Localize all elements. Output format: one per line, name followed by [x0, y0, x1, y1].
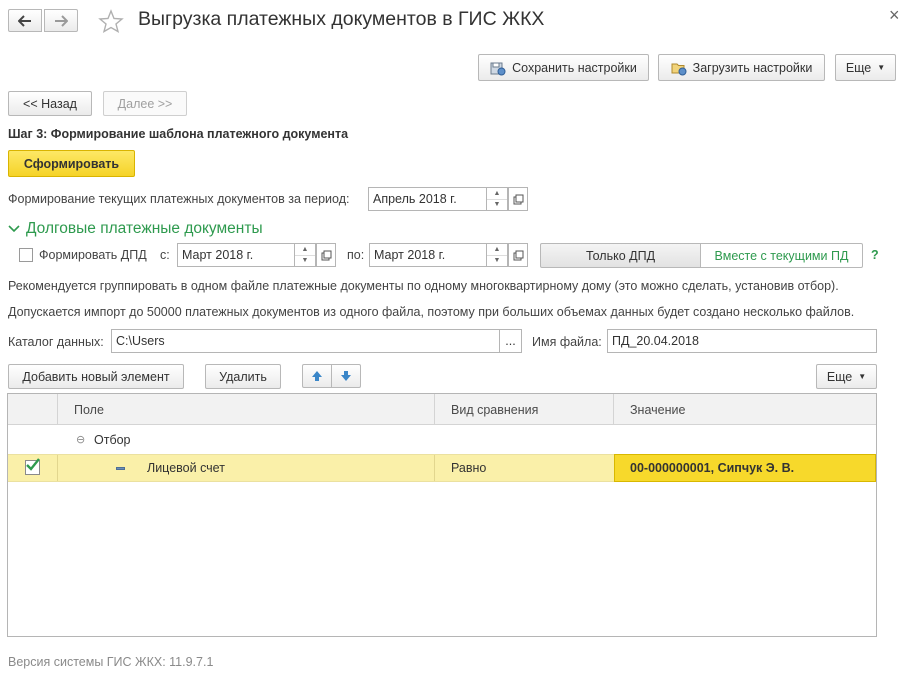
stepper-down-icon[interactable]: ▼	[487, 256, 507, 267]
stepper-up-icon[interactable]: ▲	[487, 244, 507, 256]
save-settings-label: Сохранить настройки	[512, 60, 637, 75]
load-settings-label: Загрузить настройки	[692, 60, 813, 75]
arrow-down-icon	[341, 371, 351, 381]
filter-more-button[interactable]: Еще ▼	[816, 364, 877, 389]
generate-button[interactable]: Сформировать	[8, 150, 135, 177]
help-icon[interactable]: ?	[871, 248, 879, 262]
version-label: Версия системы ГИС ЖКХ: 11.9.7.1	[8, 655, 214, 669]
load-settings-icon	[671, 63, 687, 75]
arrow-left-icon	[18, 14, 31, 27]
delete-button[interactable]: Удалить	[205, 364, 281, 389]
close-icon[interactable]: ×	[889, 5, 900, 26]
nav-forward-button[interactable]	[44, 9, 78, 32]
group-expander-icon[interactable]: ⊖	[76, 425, 85, 454]
debt-to-label: по:	[347, 248, 365, 262]
move-down-button[interactable]	[331, 364, 361, 388]
save-settings-button[interactable]: Сохранить настройки	[478, 54, 649, 81]
row-checkbox[interactable]	[25, 458, 40, 475]
debt-group-title: Долговые платежные документы	[26, 220, 263, 237]
row-field: Лицевой счет	[147, 461, 225, 475]
row-comparison[interactable]: Равно	[451, 455, 486, 481]
period-stepper[interactable]: ▲ ▼	[486, 187, 508, 211]
mode-only-dpd-button[interactable]: Только ДПД	[540, 243, 701, 268]
window-title: Выгрузка платежных документов в ГИС ЖКХ	[138, 8, 545, 30]
period-input[interactable]: Апрель 2018 г.	[368, 187, 487, 211]
row-value: 00-000000001, Сипчук Э. В.	[630, 461, 795, 475]
catalog-browse-button[interactable]: ...	[499, 329, 522, 353]
filter-more-label: Еще	[826, 369, 853, 384]
open-form-icon	[321, 250, 331, 260]
column-header-comparison[interactable]: Вид сравнения	[451, 394, 538, 425]
table-row[interactable]: Лицевой счет Равно 00-000000001, Сипчук …	[8, 454, 876, 482]
debt-checkbox[interactable]	[19, 248, 33, 262]
limit-note: Допускается импорт до 50000 платежных до…	[8, 305, 855, 319]
stepper-up-icon[interactable]: ▲	[487, 188, 507, 200]
filter-table-header	[8, 394, 876, 425]
checkmark-icon	[26, 458, 40, 471]
nav-back-button[interactable]	[8, 9, 42, 32]
debt-to-input[interactable]: Март 2018 г.	[369, 243, 487, 267]
column-header-value[interactable]: Значение	[630, 394, 685, 425]
stepper-down-icon[interactable]: ▼	[295, 256, 315, 267]
group-row[interactable]: ⊖ Отбор	[8, 425, 876, 454]
period-label: Формирование текущих платежных документо…	[8, 192, 350, 206]
filename-label: Имя файла:	[532, 335, 602, 349]
catalog-input[interactable]: C:\Users	[111, 329, 500, 353]
column-header-field[interactable]: Поле	[74, 394, 104, 425]
debt-from-label: с:	[160, 248, 170, 262]
recommend-note: Рекомендуется группировать в одном файле…	[8, 279, 839, 293]
favorite-star-icon[interactable]	[98, 9, 124, 33]
move-up-button[interactable]	[302, 364, 332, 388]
dropdown-arrow-icon: ▼	[877, 63, 886, 72]
open-form-icon	[513, 250, 523, 260]
open-form-icon	[513, 194, 523, 204]
field-type-icon	[116, 467, 125, 470]
back-button[interactable]: << Назад	[8, 91, 92, 116]
stepper-up-icon[interactable]: ▲	[295, 244, 315, 256]
step-title: Шаг 3: Формирование шаблона платежного д…	[8, 127, 349, 141]
debt-from-open-button[interactable]	[316, 243, 336, 267]
save-settings-icon	[490, 62, 506, 75]
debt-to-stepper[interactable]: ▲ ▼	[486, 243, 508, 267]
period-open-button[interactable]	[508, 187, 528, 211]
group-label: Отбор	[94, 432, 131, 447]
chevron-down-icon	[8, 225, 20, 233]
mode-with-current-button[interactable]: Вместе с текущими ПД	[700, 243, 863, 268]
load-settings-button[interactable]: Загрузить настройки	[658, 54, 825, 81]
debt-group-header[interactable]: Долговые платежные документы	[8, 220, 263, 238]
filename-input[interactable]: ПД_20.04.2018	[607, 329, 877, 353]
stepper-down-icon[interactable]: ▼	[487, 200, 507, 211]
more-menu-label: Еще	[845, 60, 872, 75]
filter-table[interactable]: Поле Вид сравнения Значение ⊖ Отбор Лице…	[7, 393, 877, 637]
more-menu-button[interactable]: Еще ▼	[835, 54, 896, 81]
arrow-right-icon	[55, 14, 68, 27]
next-button[interactable]: Далее >>	[103, 91, 187, 116]
debt-to-open-button[interactable]	[508, 243, 528, 267]
arrow-up-icon	[312, 371, 322, 381]
debt-from-input[interactable]: Март 2018 г.	[177, 243, 295, 267]
add-element-button[interactable]: Добавить новый элемент	[8, 364, 184, 389]
debt-checkbox-label: Формировать ДПД	[39, 248, 147, 262]
debt-from-stepper[interactable]: ▲ ▼	[294, 243, 316, 267]
dropdown-arrow-icon: ▼	[858, 372, 867, 381]
catalog-label: Каталог данных:	[8, 335, 104, 349]
